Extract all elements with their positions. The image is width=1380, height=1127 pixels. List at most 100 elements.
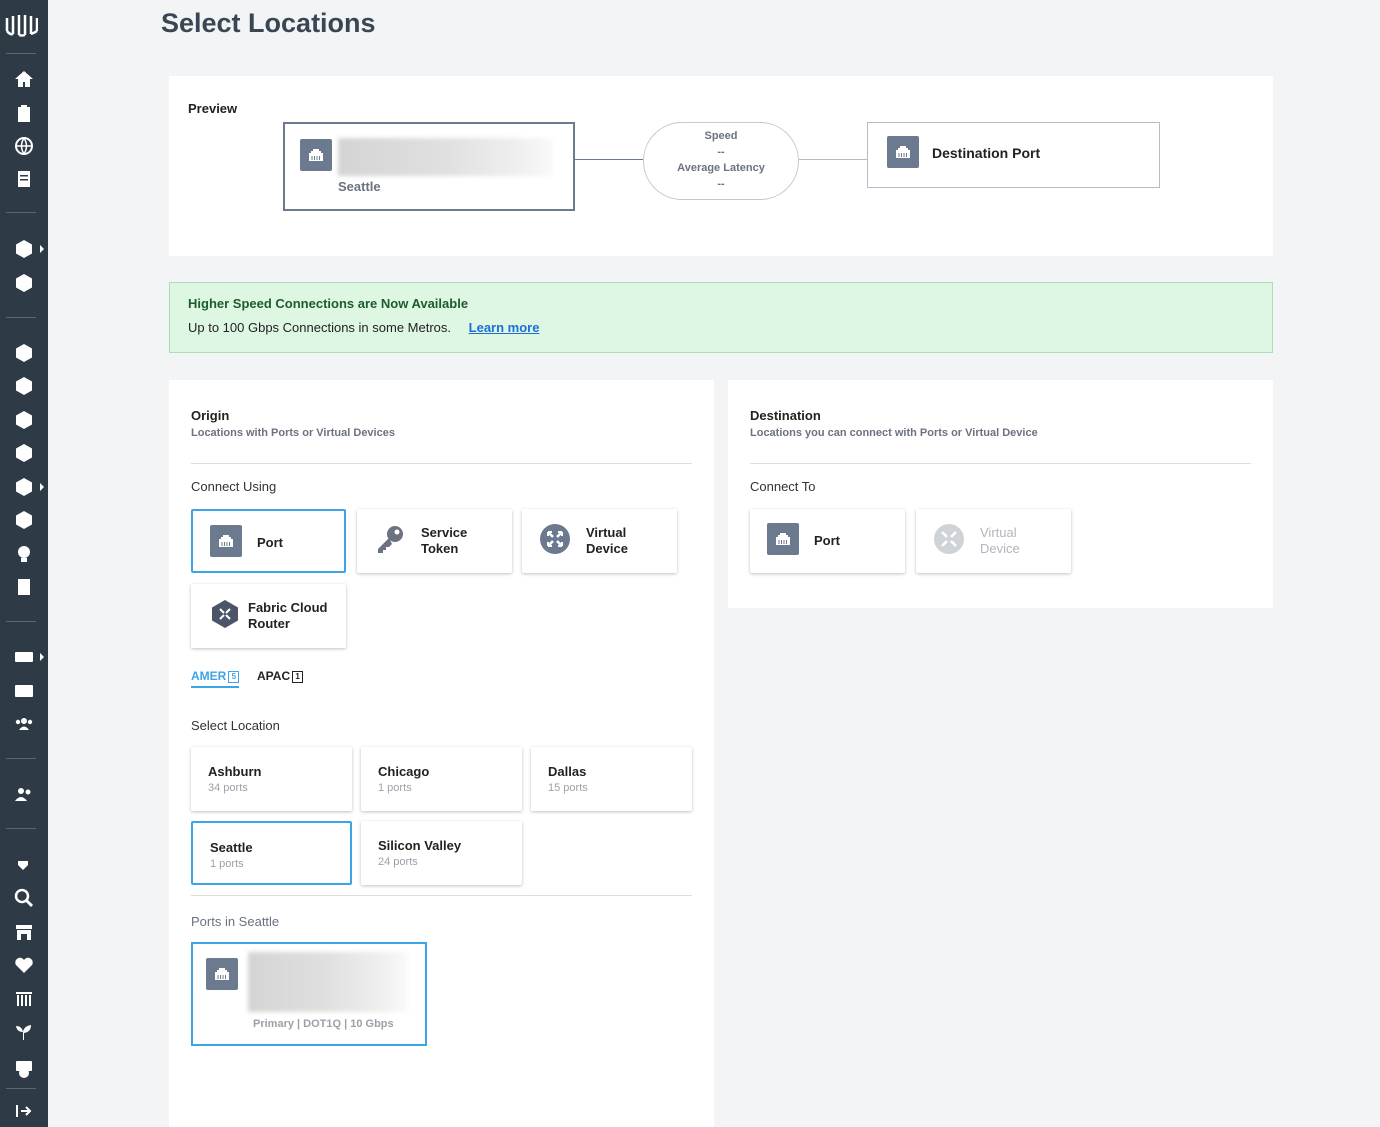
location-name: Dallas <box>548 764 587 779</box>
preview-origin-location: Seattle <box>338 179 381 194</box>
destination-port-label: Destination Port <box>932 145 1041 161</box>
clock-icon[interactable] <box>8 506 40 534</box>
virtual-device-icon <box>539 523 571 555</box>
page-title: Select Locations <box>161 8 376 38</box>
option-label: Virtual Device <box>980 525 1020 556</box>
location-card-chicago[interactable]: Chicago 1 ports <box>361 747 522 811</box>
location-name: Ashburn <box>208 764 262 779</box>
port-icon <box>210 525 242 557</box>
divider <box>191 463 692 464</box>
speed-label: Speed <box>704 130 738 142</box>
location-name: Seattle <box>210 840 253 855</box>
stack-icon[interactable] <box>8 406 40 434</box>
location-ports: 1 ports <box>210 858 244 870</box>
destination-port-option[interactable]: Port <box>750 509 905 573</box>
origin-subtitle: Locations with Ports or Virtual Devices <box>191 427 395 439</box>
tab-apac[interactable]: APAC 1 <box>257 669 304 683</box>
tab-amer[interactable]: AMER 5 <box>191 669 240 688</box>
destination-virtual-device-option: Virtual Device <box>916 509 1071 573</box>
origin-title: Origin <box>191 408 230 423</box>
preview-panel: Preview Seattle Speed -- Average Latency… <box>169 76 1273 256</box>
sidebar <box>0 0 48 1127</box>
connect-fabric-cloud-router-option[interactable]: Fabric Cloud Router <box>191 584 346 648</box>
location-card-seattle[interactable]: Seattle 1 ports <box>191 821 352 885</box>
ports-in-label: Ports in Seattle <box>191 914 280 929</box>
preview-origin: Seattle <box>283 122 575 211</box>
location-ports: 34 ports <box>208 782 248 794</box>
clipboard-icon[interactable] <box>8 99 40 127</box>
port-icon <box>767 523 799 555</box>
cloud-router-icon <box>209 598 241 630</box>
docs-icon[interactable] <box>8 573 40 601</box>
divider <box>750 463 1251 464</box>
sprout-icon[interactable] <box>8 1018 40 1046</box>
billing-icon[interactable] <box>8 643 44 671</box>
connect-service-token-option[interactable]: Service Token <box>357 509 512 573</box>
port-icon <box>887 136 919 168</box>
latency-label: Average Latency <box>677 162 765 174</box>
option-label: Port <box>814 533 840 548</box>
collapse-sidebar-icon[interactable] <box>8 1097 40 1125</box>
health-icon[interactable] <box>8 951 40 979</box>
option-label: Virtual Device <box>586 525 628 556</box>
banner-text: Up to 100 Gbps Connections in some Metro… <box>188 320 452 335</box>
option-label: Port <box>257 535 283 550</box>
port-card[interactable]: Primary | DOT1Q | 10 Gbps <box>191 942 427 1046</box>
fabric-icon[interactable] <box>8 269 40 297</box>
document-icon[interactable] <box>8 165 40 193</box>
location-name: Chicago <box>378 764 430 779</box>
team-icon[interactable] <box>8 780 40 808</box>
virtual-device-icon <box>933 523 965 555</box>
option-label: Service Token <box>421 525 468 556</box>
location-card-ashburn[interactable]: Ashburn 34 ports <box>191 747 352 811</box>
web-icon[interactable] <box>8 439 40 467</box>
origin-panel: Origin Locations with Ports or Virtual D… <box>169 380 714 1127</box>
latency-value: -- <box>717 178 725 190</box>
location-ports: 15 ports <box>548 782 588 794</box>
location-ports: 24 ports <box>378 856 418 868</box>
globe-icon[interactable] <box>8 132 40 160</box>
connect-virtual-device-option[interactable]: Virtual Device <box>522 509 677 573</box>
network-icon[interactable] <box>8 339 40 367</box>
share-icon[interactable] <box>8 372 40 400</box>
destination-title: Destination <box>750 408 821 423</box>
key-icon <box>374 523 406 555</box>
speed-value: -- <box>717 146 725 158</box>
destination-subtitle: Locations you can connect with Ports or … <box>750 427 1038 439</box>
select-location-label: Select Location <box>191 718 280 733</box>
connect-port-option[interactable]: Port <box>191 509 346 573</box>
speed-latency-pill: Speed -- Average Latency -- <box>643 122 799 200</box>
connector-line <box>799 159 867 160</box>
preview-destination: Destination Port <box>867 122 1160 188</box>
lightbulb-icon[interactable] <box>8 540 40 568</box>
learn-more-link[interactable]: Learn more <box>469 320 540 335</box>
search-icon[interactable] <box>8 884 40 912</box>
id-card-icon[interactable] <box>8 677 40 705</box>
port-icon <box>300 139 332 171</box>
redacted-port-name <box>248 952 408 1012</box>
info-banner: Higher Speed Connections are Now Availab… <box>169 282 1273 353</box>
store-icon[interactable] <box>8 918 40 946</box>
connector-line <box>575 159 643 160</box>
layers-icon[interactable] <box>8 235 44 263</box>
plug-icon[interactable] <box>8 850 40 878</box>
columns-icon[interactable] <box>8 985 40 1013</box>
location-name: Silicon Valley <box>378 838 462 853</box>
preview-label: Preview <box>188 101 238 116</box>
location-card-dallas[interactable]: Dallas 15 ports <box>531 747 692 811</box>
connect-to-label: Connect To <box>750 479 816 494</box>
location-card-silicon-valley[interactable]: Silicon Valley 24 ports <box>361 821 522 885</box>
redacted-port-name <box>338 138 553 176</box>
brand-logo[interactable] <box>4 12 38 38</box>
destination-panel: Destination Locations you can connect wi… <box>728 380 1273 608</box>
banner-title: Higher Speed Connections are Now Availab… <box>188 296 469 311</box>
option-label: Fabric Cloud Router <box>248 600 328 631</box>
divider <box>191 895 692 896</box>
users-icon[interactable] <box>8 710 40 738</box>
download-icon[interactable] <box>8 1055 40 1083</box>
server-icon[interactable] <box>8 473 44 501</box>
home-icon[interactable] <box>8 65 40 93</box>
port-icon <box>206 958 238 990</box>
banner-text-row: Up to 100 Gbps Connections in some Metro… <box>188 320 539 335</box>
port-meta: Primary | DOT1Q | 10 Gbps <box>253 1018 394 1030</box>
